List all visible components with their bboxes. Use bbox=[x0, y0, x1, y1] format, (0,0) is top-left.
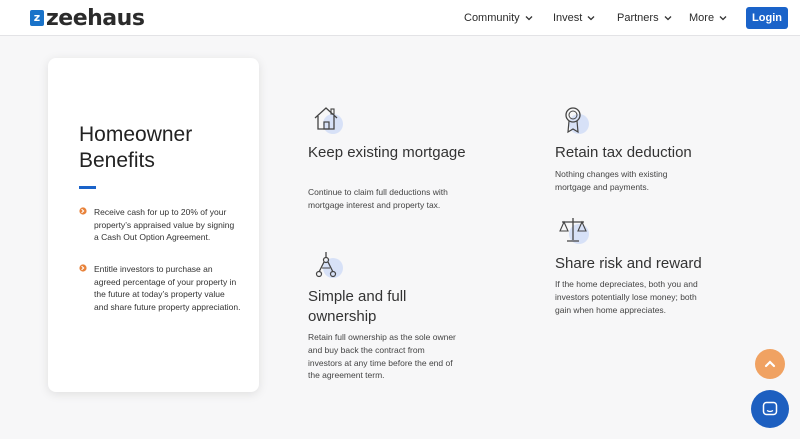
award-ribbon-icon bbox=[557, 104, 591, 138]
title-line: Homeowner bbox=[79, 123, 193, 146]
chevron-up-icon bbox=[764, 360, 776, 368]
feature-title: Share risk and reward bbox=[555, 255, 702, 272]
scroll-to-top-button[interactable] bbox=[755, 349, 785, 379]
feature-title: Keep existing mortgage bbox=[308, 144, 466, 161]
bullet-text: Entitle investors to purchase an agreed … bbox=[94, 264, 241, 312]
benefits-card-title: Homeowner Benefits bbox=[79, 122, 249, 174]
logo-text: zeehaus bbox=[46, 5, 145, 31]
feature-description: Continue to claim full deductions with m… bbox=[308, 187, 448, 210]
nav-item-label: More bbox=[689, 12, 715, 24]
feature-description: If the home depreciates, both you and in… bbox=[555, 279, 698, 315]
benefit-bullet: Receive cash for up to 20% of your prope… bbox=[79, 206, 241, 244]
feature-title: Simple and full ownership bbox=[308, 288, 407, 325]
arrow-right-circle-icon bbox=[79, 207, 87, 215]
chevron-down-icon bbox=[525, 16, 533, 21]
nav-item-invest[interactable]: Invest bbox=[553, 0, 595, 36]
feature-description: Retain full ownership as the sole owner … bbox=[308, 332, 456, 381]
chat-icon bbox=[762, 401, 778, 416]
benefit-bullet: Entitle investors to purchase an agreed … bbox=[79, 263, 241, 313]
zeehaus-logo[interactable]: z zeehaus bbox=[30, 5, 145, 31]
chevron-down-icon bbox=[719, 16, 727, 21]
nav-item-more[interactable]: More bbox=[689, 0, 727, 36]
login-button[interactable]: Login bbox=[746, 7, 788, 29]
feature-title: Retain tax deduction bbox=[555, 144, 692, 161]
balance-scale-icon bbox=[557, 214, 591, 248]
logo-mark-icon: z bbox=[30, 10, 44, 26]
chevron-down-icon bbox=[664, 16, 672, 21]
nav-item-label: Partners bbox=[617, 12, 659, 24]
top-navbar: z zeehaus Community Invest Partners More… bbox=[0, 0, 800, 36]
nav-item-partners[interactable]: Partners bbox=[617, 0, 672, 36]
chevron-down-icon bbox=[587, 16, 595, 21]
feature-description: Nothing changes with existing mortgage a… bbox=[555, 169, 668, 192]
title-line: Benefits bbox=[79, 149, 155, 172]
nav-item-community[interactable]: Community bbox=[464, 0, 533, 36]
nav-item-label: Invest bbox=[553, 12, 583, 24]
chat-button[interactable] bbox=[751, 390, 789, 428]
arrow-right-circle-icon bbox=[79, 264, 87, 272]
clamp-icon bbox=[311, 248, 345, 282]
house-icon bbox=[311, 104, 345, 138]
title-underline bbox=[79, 186, 96, 189]
nav-item-label: Community bbox=[464, 12, 520, 24]
bullet-text: Receive cash for up to 20% of your prope… bbox=[94, 207, 235, 242]
